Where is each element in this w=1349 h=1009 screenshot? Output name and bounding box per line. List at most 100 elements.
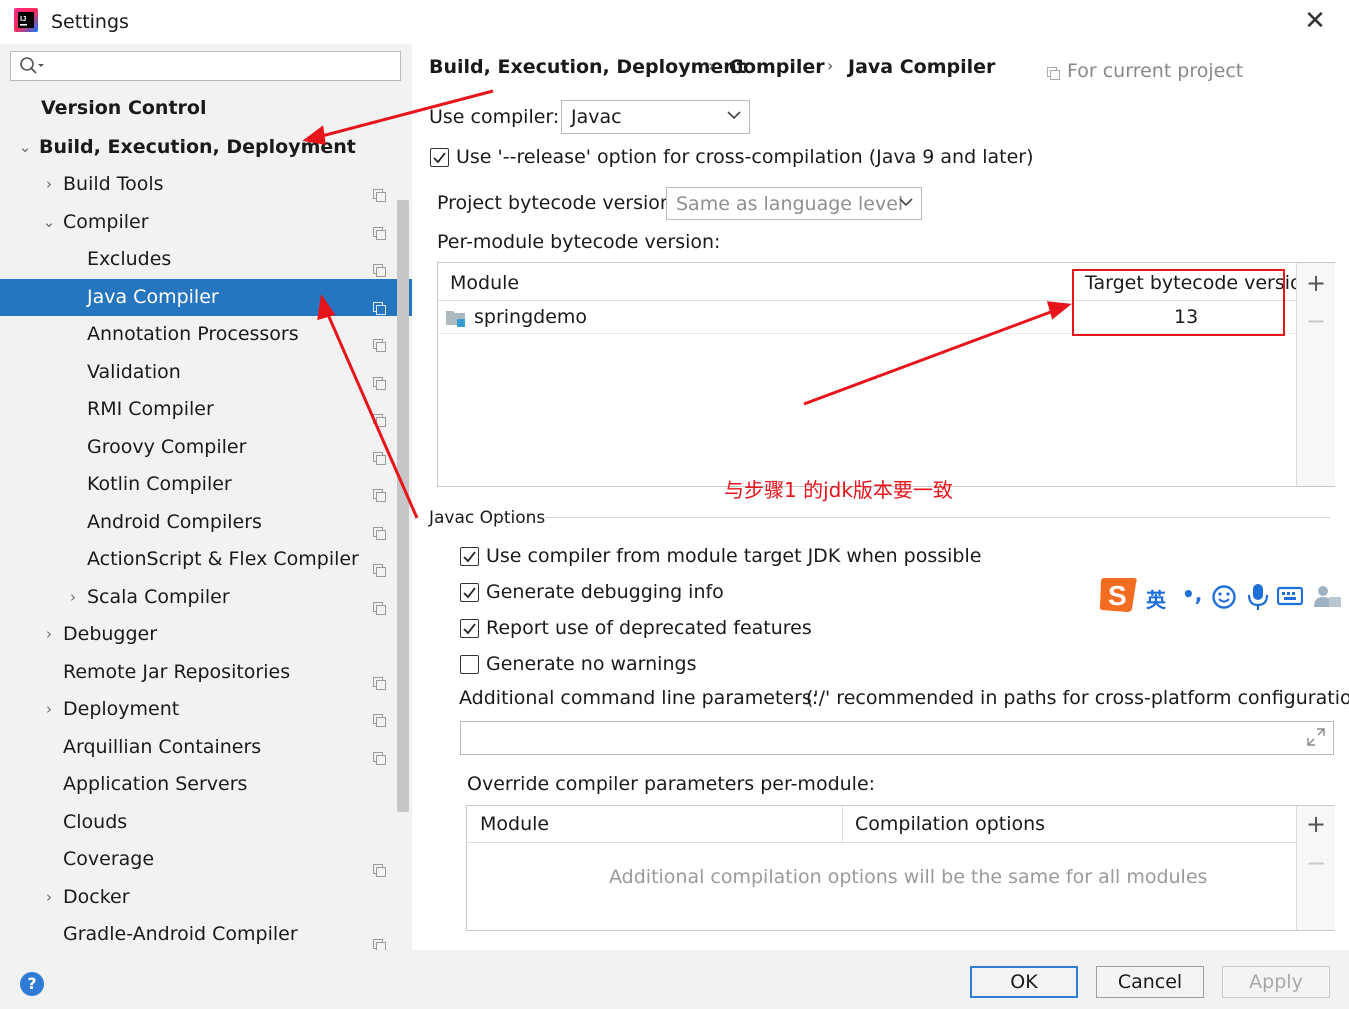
sidebar-item-build-execution-deployment[interactable]: ⌄ Build, Execution, Deployment <box>0 129 412 166</box>
column-header-compilation-options[interactable]: Compilation options <box>855 813 1045 835</box>
sidebar-item-label: Application Servers <box>63 773 248 795</box>
sidebar-item-groovy-compiler[interactable]: Groovy Compiler <box>0 429 412 466</box>
project-bytecode-value: Same as language level <box>676 193 904 215</box>
chevron-right-icon[interactable]: › <box>42 616 56 653</box>
module-name-cell[interactable]: springdemo <box>474 306 587 328</box>
chevron-right-icon[interactable]: › <box>66 579 80 616</box>
sidebar-item-label: Debugger <box>63 623 158 645</box>
sidebar-item-label: Annotation Processors <box>87 323 299 345</box>
use-target-jdk-checkbox[interactable] <box>460 547 479 566</box>
close-icon[interactable]: ✕ <box>1302 6 1328 36</box>
deprecated-features-checkbox[interactable] <box>460 619 479 638</box>
sidebar-item-rmi-compiler[interactable]: RMI Compiler <box>0 391 412 428</box>
sidebar-item-scala-compiler[interactable]: › Scala Compiler <box>0 579 412 616</box>
sidebar-item-android-compilers[interactable]: Android Compilers <box>0 504 412 541</box>
search-input[interactable] <box>10 51 401 81</box>
sidebar-item-compiler[interactable]: ⌄ Compiler <box>0 204 412 241</box>
project-scope-icon <box>373 253 386 277</box>
sidebar-item-excludes[interactable]: Excludes <box>0 241 412 278</box>
sidebar-item-application-servers[interactable]: Application Servers <box>0 766 412 803</box>
keyboard-icon[interactable] <box>1276 586 1304 610</box>
sidebar-item-arquillian-containers[interactable]: Arquillian Containers <box>0 729 412 766</box>
cancel-button[interactable]: Cancel <box>1096 966 1204 998</box>
sidebar-item-actionscript-flex-compiler[interactable]: ActionScript & Flex Compiler <box>0 541 412 578</box>
sidebar-item-label: Kotlin Compiler <box>87 473 232 495</box>
cmd-params-label: Additional command line parameters: <box>459 687 819 709</box>
sidebar-item-label: Compiler <box>63 211 149 233</box>
project-bytecode-select[interactable]: Same as language level <box>666 187 922 220</box>
chevron-right-icon[interactable]: › <box>42 879 56 916</box>
add-icon[interactable]: + <box>1304 269 1328 297</box>
sidebar-item-clouds[interactable]: Clouds <box>0 804 412 841</box>
sidebar-item-kotlin-compiler[interactable]: Kotlin Compiler <box>0 466 412 503</box>
release-option-checkbox[interactable] <box>430 148 449 167</box>
svg-text:S: S <box>1108 580 1127 611</box>
ime-punctuation-toggle[interactable]: •, <box>1182 582 1202 606</box>
breadcrumb-compiler[interactable]: Compiler <box>729 56 825 78</box>
sidebar-item-label: Remote Jar Repositories <box>63 661 291 683</box>
column-header-module[interactable]: Module <box>480 813 549 835</box>
sidebar-item-java-compiler[interactable]: Java Compiler <box>0 279 412 316</box>
sidebar-item-version-control[interactable]: Version Control <box>0 90 412 127</box>
project-scope-icon <box>373 291 386 315</box>
help-icon[interactable]: ? <box>20 972 44 996</box>
module-folder-icon <box>445 308 469 332</box>
use-target-jdk-label: Use compiler from module target JDK when… <box>486 545 982 567</box>
project-scope-icon <box>1047 65 1060 84</box>
project-scope-icon <box>373 403 386 427</box>
ok-button[interactable]: OK <box>970 966 1078 998</box>
sidebar-item-debugger[interactable]: › Debugger <box>0 616 412 653</box>
sidebar-item-label: Clouds <box>63 811 128 833</box>
sidebar-item-label: Build, Execution, Deployment <box>39 136 356 158</box>
override-params-label: Override compiler parameters per-module: <box>467 773 876 795</box>
project-bytecode-label: Project bytecode version: <box>437 192 679 214</box>
chevron-down-icon[interactable]: ⌄ <box>42 204 56 241</box>
chevron-down-icon <box>727 111 741 120</box>
use-compiler-select[interactable]: Javac <box>561 100 750 134</box>
user-tools-icon[interactable] <box>1313 583 1343 613</box>
sidebar-item-docker[interactable]: › Docker <box>0 879 412 916</box>
no-warnings-label: Generate no warnings <box>486 653 697 675</box>
intellij-idea-icon: IJ <box>14 8 38 32</box>
sidebar-item-label: Java Compiler <box>87 286 219 308</box>
sidebar-item-remote-jar-repositories[interactable]: Remote Jar Repositories <box>0 654 412 691</box>
column-header-module[interactable]: Module <box>450 272 519 294</box>
chevron-right-icon[interactable]: › <box>42 691 56 728</box>
chevron-down-icon[interactable]: ⌄ <box>18 129 32 166</box>
project-scope-icon <box>373 853 386 877</box>
sidebar-item-label: Deployment <box>63 698 180 720</box>
project-scope-icon <box>373 553 386 577</box>
sidebar-item-validation[interactable]: Validation <box>0 354 412 391</box>
add-icon[interactable]: + <box>1304 810 1328 838</box>
breadcrumb-build-execution-deployment[interactable]: Build, Execution, Deployment <box>429 56 746 78</box>
sidebar-item-coverage[interactable]: Coverage <box>0 841 412 878</box>
sidebar-item-label: Android Compilers <box>87 511 262 533</box>
no-warnings-checkbox[interactable] <box>460 655 479 674</box>
cmd-params-input[interactable] <box>460 721 1334 755</box>
project-scope-icon <box>373 928 386 952</box>
sidebar-item-annotation-processors[interactable]: Annotation Processors <box>0 316 412 353</box>
sidebar-item-label: Excludes <box>87 248 172 270</box>
microphone-icon[interactable] <box>1247 583 1269 615</box>
checkmark-icon <box>463 551 476 563</box>
chevron-right-icon[interactable]: › <box>42 166 56 203</box>
sidebar-item-deployment[interactable]: › Deployment <box>0 691 412 728</box>
sogou-logo-icon[interactable]: S <box>1098 574 1140 618</box>
sidebar-item-label: Validation <box>87 361 181 383</box>
ime-language-toggle[interactable]: 英 <box>1146 584 1166 613</box>
sidebar-item-build-tools[interactable]: › Build Tools <box>0 166 412 203</box>
project-scope-icon <box>373 591 386 615</box>
apply-button: Apply <box>1222 966 1330 998</box>
column-divider <box>842 806 843 842</box>
emoji-icon[interactable] <box>1211 584 1237 614</box>
expand-icon[interactable] <box>1306 727 1326 751</box>
sidebar-item-label: Scala Compiler <box>87 586 230 608</box>
debugging-info-checkbox[interactable] <box>460 583 479 602</box>
window-title: Settings <box>51 11 129 33</box>
project-scope-icon <box>373 216 386 240</box>
sidebar-scrollbar[interactable] <box>397 200 409 812</box>
sidebar-item-gradle-android-compiler[interactable]: Gradle-Android Compiler <box>0 916 412 953</box>
sidebar-item-label: RMI Compiler <box>87 398 214 420</box>
highlight-box <box>1072 269 1285 336</box>
project-scope-icon <box>373 703 386 727</box>
